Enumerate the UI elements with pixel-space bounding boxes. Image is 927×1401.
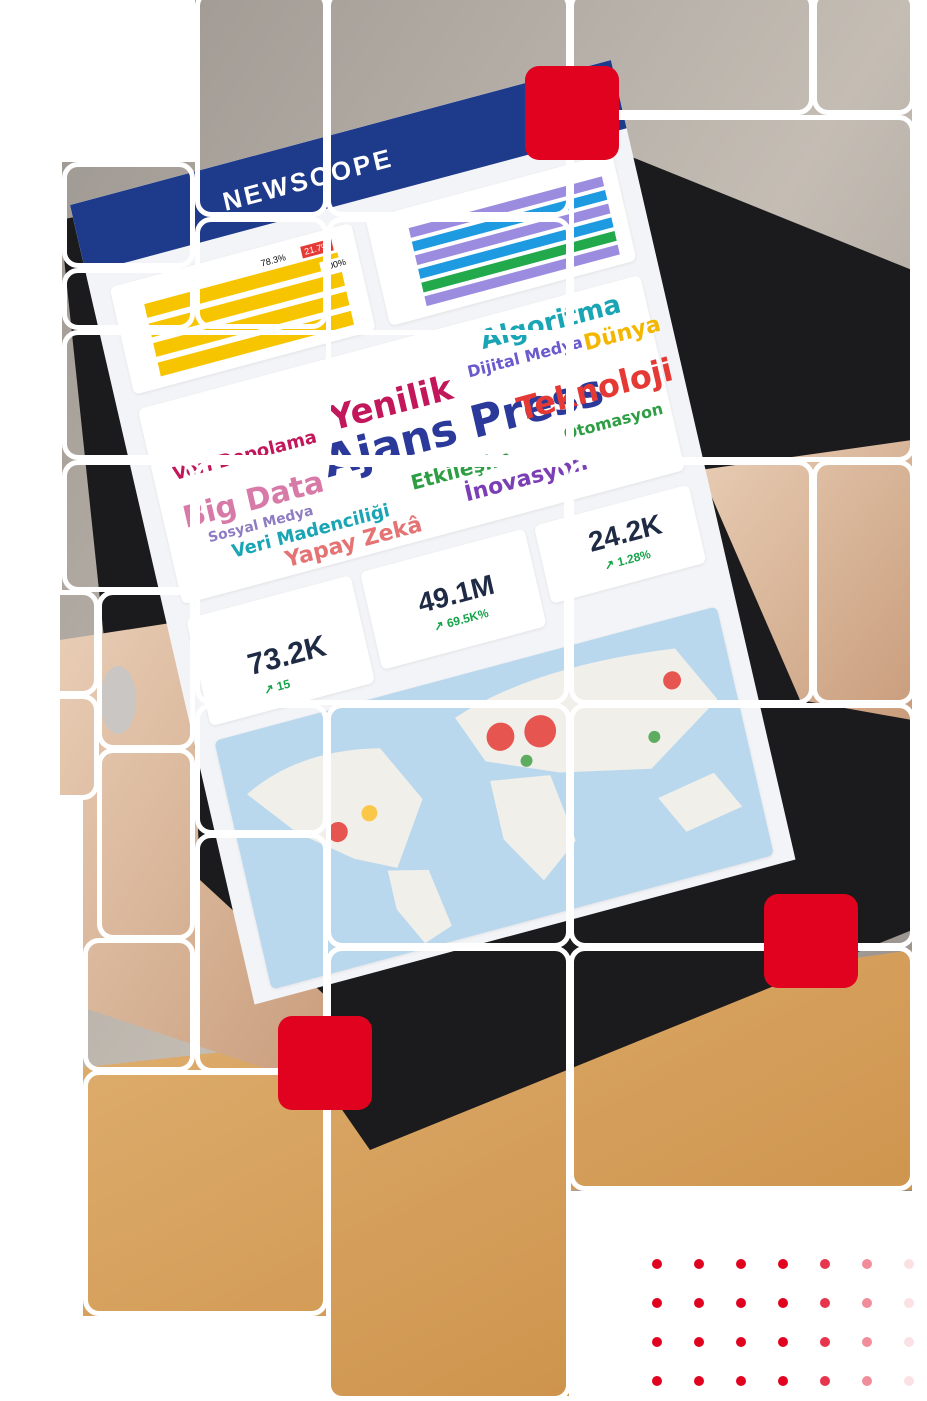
decorative-dot bbox=[820, 1298, 830, 1308]
decorative-dot bbox=[862, 1376, 872, 1386]
decorative-dot bbox=[652, 1259, 662, 1269]
blank-area bbox=[0, 800, 83, 1396]
decorative-dot bbox=[736, 1298, 746, 1308]
decorative-dot bbox=[904, 1376, 914, 1386]
landmass bbox=[490, 775, 576, 881]
decorative-dot bbox=[652, 1376, 662, 1386]
decorative-dot bbox=[694, 1298, 704, 1308]
kpi-card: 49.1M ↗ 69.5K% bbox=[359, 528, 547, 670]
decorative-dot bbox=[862, 1298, 872, 1308]
kpi-value: 73.2K bbox=[244, 629, 330, 683]
kpi-delta: ↗ 15 bbox=[262, 676, 292, 698]
decorative-dot bbox=[778, 1337, 788, 1347]
decorative-dot bbox=[694, 1259, 704, 1269]
decorative-dot bbox=[736, 1376, 746, 1386]
blank-area bbox=[62, 0, 195, 162]
decorative-dot bbox=[820, 1259, 830, 1269]
blank-area bbox=[83, 1316, 328, 1396]
decorative-dot bbox=[904, 1259, 914, 1269]
decorative-dot bbox=[694, 1376, 704, 1386]
kpi-value: 24.2K bbox=[585, 508, 665, 558]
landmass bbox=[658, 772, 743, 832]
decorative-dot bbox=[778, 1298, 788, 1308]
accent-square bbox=[525, 66, 619, 160]
decorative-dot bbox=[820, 1376, 830, 1386]
decorative-dot bbox=[778, 1259, 788, 1269]
accent-square bbox=[278, 1016, 372, 1110]
decorative-dot bbox=[862, 1259, 872, 1269]
decorative-dot bbox=[820, 1337, 830, 1347]
accent-square bbox=[764, 894, 858, 988]
decorative-dot bbox=[736, 1259, 746, 1269]
decorative-dot bbox=[652, 1298, 662, 1308]
landmass bbox=[387, 869, 452, 944]
decorative-dot bbox=[778, 1376, 788, 1386]
decorative-dot bbox=[904, 1298, 914, 1308]
decorative-dot bbox=[736, 1337, 746, 1347]
decorative-dot bbox=[694, 1337, 704, 1347]
photo-scene: NEWSCOPE 78.3% 21.7% 100% Algoritma Diji… bbox=[0, 0, 927, 1401]
blank-area bbox=[569, 1191, 927, 1396]
decorative-dot bbox=[904, 1337, 914, 1347]
blank-area bbox=[0, 0, 62, 590]
decorative-dot bbox=[652, 1337, 662, 1347]
blank-area bbox=[912, 0, 927, 1396]
decorative-dot bbox=[862, 1337, 872, 1347]
kpi-card: 73.2K ↗ 15 bbox=[186, 575, 376, 727]
